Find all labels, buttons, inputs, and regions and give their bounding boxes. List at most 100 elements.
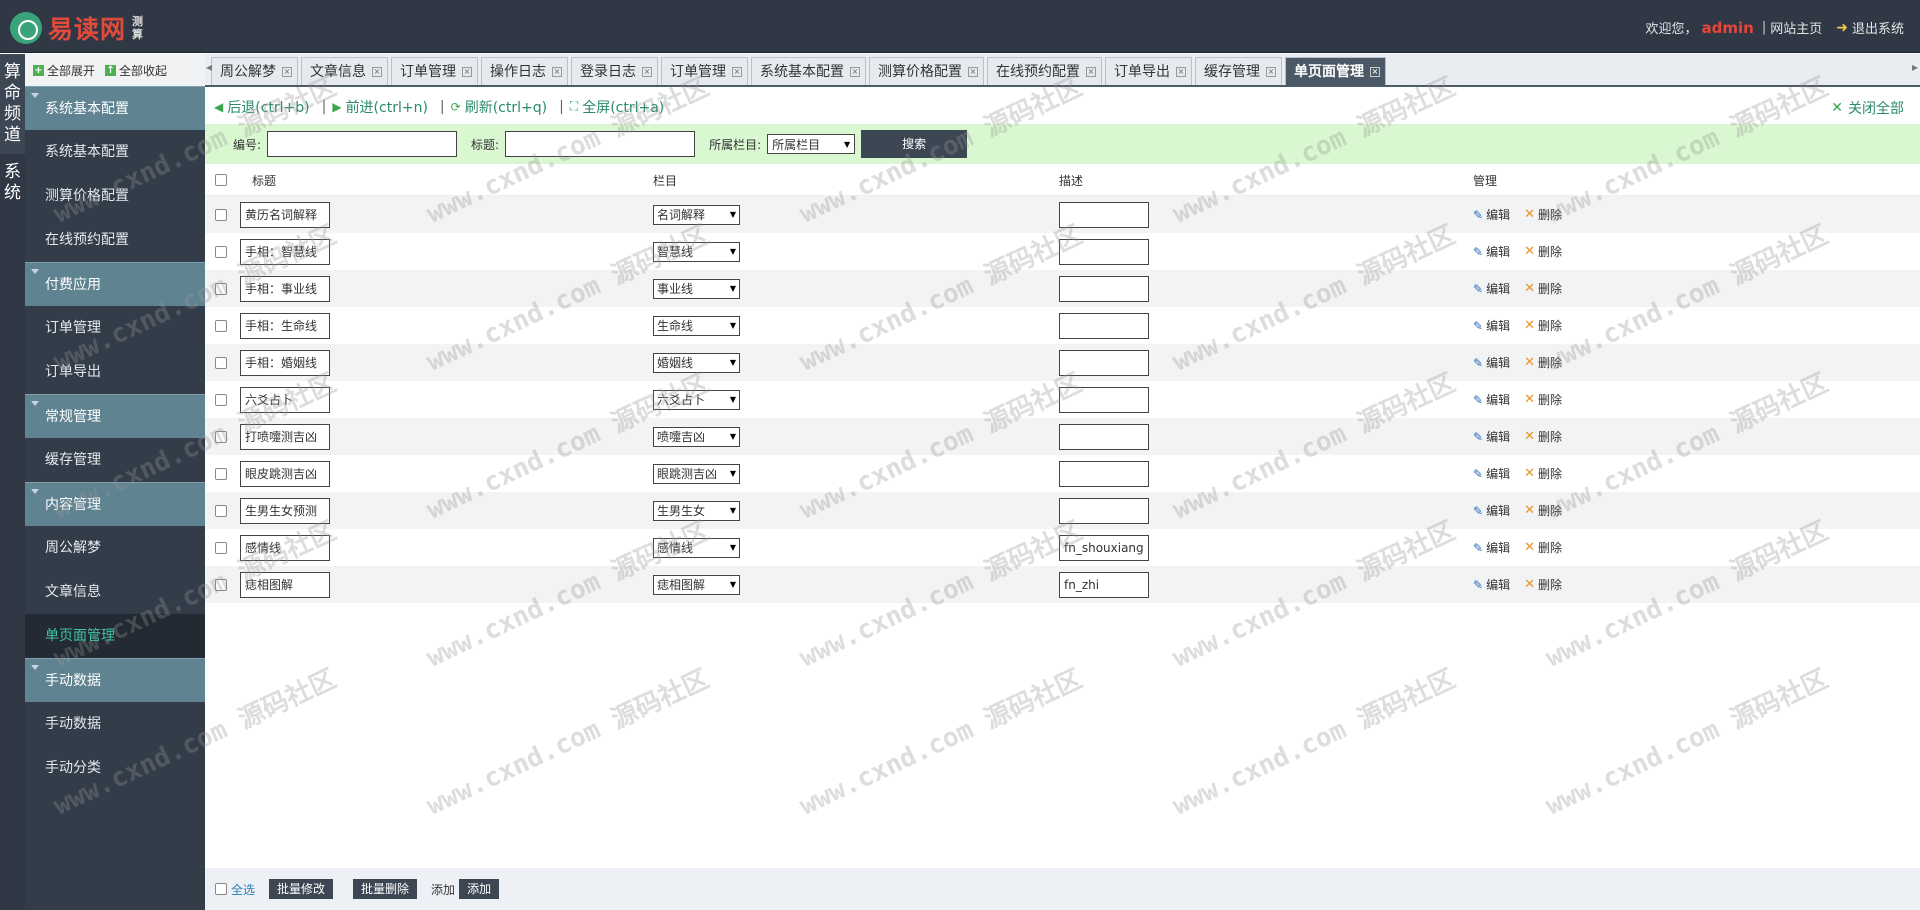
row-title-input[interactable]: 生男生女预测 (240, 497, 330, 524)
forward-button[interactable]: ▶ 前进(ctrl+n) (332, 97, 428, 117)
row-checkbox[interactable] (215, 208, 227, 221)
tab-orders[interactable]: 订单管理 × (391, 57, 478, 85)
row-category-select[interactable]: 事业线 ▼ (653, 278, 740, 299)
row-category-select[interactable]: 名词解释 ▼ (653, 204, 740, 225)
sidebar-item-booking-config[interactable]: 在线预约配置 (25, 218, 205, 262)
edit-button[interactable]: ✎ 编辑 (1473, 576, 1510, 593)
row-title-input[interactable]: 感情线 (240, 534, 330, 561)
row-checkbox[interactable] (215, 319, 227, 332)
row-category-select[interactable]: 智慧线 ▼ (653, 241, 740, 262)
tab-cache[interactable]: 缓存管理 × (1195, 57, 1282, 85)
id-input[interactable] (267, 131, 458, 157)
sidebar-item-price-config[interactable]: 测算价格配置 (25, 174, 205, 218)
row-title-input[interactable]: 眼皮跳测吉凶 (240, 460, 330, 487)
row-checkbox[interactable] (215, 430, 227, 443)
delete-button[interactable]: ✕ 删除 (1524, 206, 1562, 223)
close-icon[interactable]: × (642, 66, 652, 77)
vtab-fortune-channel[interactable]: 算命频道 (0, 54, 25, 154)
row-description-input[interactable] (1059, 460, 1149, 487)
row-description-input[interactable] (1059, 497, 1149, 524)
row-title-input[interactable]: 手相：智慧线 (240, 238, 330, 265)
close-icon[interactable]: × (968, 66, 978, 77)
delete-button[interactable]: ✕ 删除 (1524, 391, 1562, 408)
tab-scroll-left-icon[interactable]: ◂ (206, 60, 212, 74)
delete-button[interactable]: ✕ 删除 (1524, 428, 1562, 445)
delete-button[interactable]: ✕ 删除 (1524, 465, 1562, 482)
row-description-input[interactable]: fn_shouxiang (1059, 534, 1149, 561)
row-category-select[interactable]: 痣相图解 ▼ (653, 574, 740, 595)
row-checkbox[interactable] (215, 578, 227, 591)
sidebar-group-manual-data[interactable]: 手动数据 (25, 658, 205, 702)
tab-login-log[interactable]: 登录日志 × (571, 57, 658, 85)
sidebar-item-orders[interactable]: 订单管理 (25, 306, 205, 350)
tab-orders-2[interactable]: 订单管理 × (661, 57, 748, 85)
delete-button[interactable]: ✕ 删除 (1524, 354, 1562, 371)
search-button[interactable]: 搜索 (861, 130, 968, 158)
close-icon[interactable]: × (1176, 66, 1186, 77)
close-icon[interactable]: × (552, 66, 562, 77)
tab-single-pages[interactable]: 单页面管理 × (1285, 57, 1386, 85)
title-input[interactable] (505, 131, 696, 157)
tab-system-config[interactable]: 系统基本配置 × (751, 57, 866, 85)
close-icon[interactable]: × (282, 66, 292, 77)
sidebar-item-manual-data[interactable]: 手动数据 (25, 702, 205, 746)
tab-booking-config[interactable]: 在线预约配置 × (987, 57, 1102, 85)
expand-all-button[interactable]: + 全部展开 (33, 62, 95, 79)
sidebar-item-order-export[interactable]: 订单导出 (25, 350, 205, 394)
edit-button[interactable]: ✎ 编辑 (1473, 354, 1510, 371)
edit-button[interactable]: ✎ 编辑 (1473, 391, 1510, 408)
delete-button[interactable]: ✕ 删除 (1524, 280, 1562, 297)
fullscreen-button[interactable]: ⛶ 全屏(ctrl+a) (570, 97, 664, 117)
edit-button[interactable]: ✎ 编辑 (1473, 317, 1510, 334)
close-icon[interactable]: × (850, 66, 860, 77)
vtab-system[interactable]: 系统 (0, 154, 25, 204)
row-title-input[interactable]: 手相：生命线 (240, 312, 330, 339)
batch-edit-button[interactable]: 批量修改 (269, 879, 334, 899)
edit-button[interactable]: ✎ 编辑 (1473, 280, 1510, 297)
edit-button[interactable]: ✎ 编辑 (1473, 465, 1510, 482)
sidebar-group-paid-apps[interactable]: 付费应用 (25, 262, 205, 306)
row-category-select[interactable]: 喷嚏吉凶 ▼ (653, 426, 740, 447)
row-description-input[interactable] (1059, 275, 1149, 302)
row-checkbox[interactable] (215, 245, 227, 258)
header-checkbox[interactable] (215, 174, 227, 186)
row-description-input[interactable] (1059, 312, 1149, 339)
row-category-select[interactable]: 生命线 ▼ (653, 315, 740, 336)
delete-button[interactable]: ✕ 删除 (1524, 317, 1562, 334)
edit-button[interactable]: ✎ 编辑 (1473, 502, 1510, 519)
edit-button[interactable]: ✎ 编辑 (1473, 206, 1510, 223)
row-title-input[interactable]: 痣相图解 (240, 571, 330, 598)
select-all[interactable]: 全选 (215, 881, 255, 898)
row-category-select[interactable]: 生男生女 ▼ (653, 500, 740, 521)
row-category-select[interactable]: 感情线 ▼ (653, 537, 740, 558)
site-home-link[interactable]: 网站主页 (1770, 18, 1822, 37)
tab-op-log[interactable]: 操作日志 × (481, 57, 568, 85)
row-title-input[interactable]: 手相：事业线 (240, 275, 330, 302)
row-description-input[interactable]: fn_zhi (1059, 571, 1149, 598)
row-checkbox[interactable] (215, 541, 227, 554)
edit-button[interactable]: ✎ 编辑 (1473, 243, 1510, 260)
row-category-select[interactable]: 眼跳测吉凶 ▼ (653, 463, 740, 484)
sidebar-item-single-pages[interactable]: 单页面管理 (25, 614, 205, 658)
tab-scroll-right-icon[interactable]: ▸ (1912, 60, 1918, 74)
row-checkbox[interactable] (215, 356, 227, 369)
delete-button[interactable]: ✕ 删除 (1524, 576, 1562, 593)
row-checkbox[interactable] (215, 282, 227, 295)
row-title-input[interactable]: 打喷嚏测吉凶 (240, 423, 330, 450)
collapse-all-button[interactable]: ↑ 全部收起 (105, 62, 167, 79)
delete-button[interactable]: ✕ 删除 (1524, 539, 1562, 556)
close-icon[interactable]: × (1370, 66, 1380, 77)
sidebar-item-dreams[interactable]: 周公解梦 (25, 526, 205, 570)
row-title-input[interactable]: 黄历名词解释 (240, 201, 330, 228)
tab-dreams[interactable]: 周公解梦 × (211, 57, 298, 85)
add-button[interactable]: 添加 (459, 879, 500, 899)
row-category-select[interactable]: 六爻占卜 ▼ (653, 389, 740, 410)
close-icon[interactable]: × (732, 66, 742, 77)
edit-button[interactable]: ✎ 编辑 (1473, 539, 1510, 556)
batch-delete-button[interactable]: 批量删除 (353, 879, 418, 899)
row-description-input[interactable] (1059, 349, 1149, 376)
row-description-input[interactable] (1059, 423, 1149, 450)
row-category-select[interactable]: 婚姻线 ▼ (653, 352, 740, 373)
tab-order-export[interactable]: 订单导出 × (1105, 57, 1192, 85)
close-icon[interactable]: × (1086, 66, 1096, 77)
